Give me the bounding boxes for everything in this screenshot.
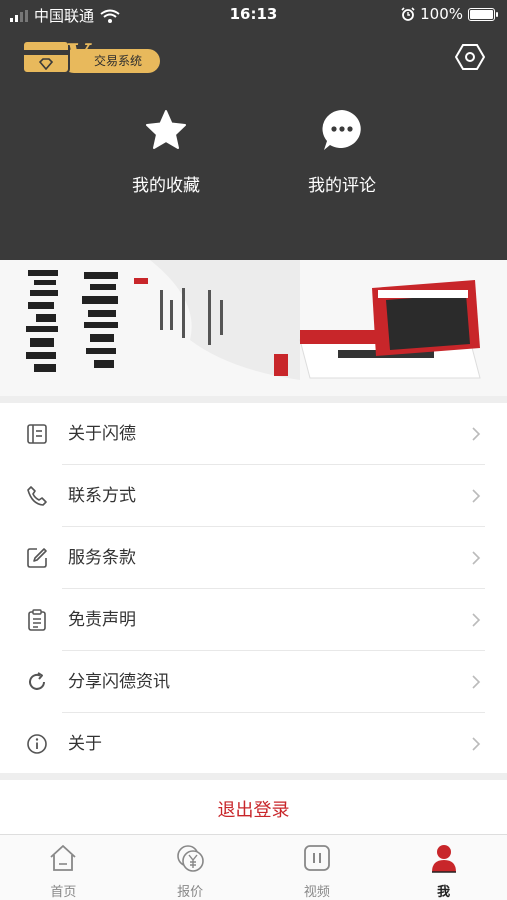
chevron-right-icon	[472, 613, 481, 627]
alarm-icon	[401, 7, 415, 21]
menu-label: 分享闪德资讯	[68, 672, 170, 692]
tab-home[interactable]: 首页	[0, 835, 127, 900]
promo-banner-image	[0, 260, 507, 396]
chevron-right-icon	[472, 675, 481, 689]
tab-video[interactable]: 视频	[254, 835, 381, 900]
chevron-right-icon	[472, 737, 481, 751]
comments-button[interactable]: 我的评论	[252, 108, 432, 196]
document-icon	[27, 424, 47, 444]
menu-item-about-shande[interactable]: 关于闪德	[0, 403, 507, 465]
edit-icon	[27, 548, 47, 568]
comments-label: 我的评论	[308, 176, 376, 196]
profile-header: 交易系统 V 我的收藏 我的评论	[0, 30, 507, 260]
menu-label: 服务条款	[68, 548, 136, 568]
tab-me[interactable]: 我	[380, 835, 507, 900]
status-bar: 中国联通 16:13 100%	[0, 0, 507, 30]
user-icon	[431, 845, 456, 873]
menu-label: 关于	[68, 734, 102, 754]
settings-icon[interactable]	[455, 42, 485, 72]
menu-item-contact[interactable]: 联系方式	[0, 465, 507, 527]
menu-item-share[interactable]: 分享闪德资讯	[0, 651, 507, 713]
menu-item-about[interactable]: 关于	[0, 713, 507, 775]
bottom-tab-bar: 首页 报价 视频 我	[0, 834, 507, 900]
info-icon	[27, 734, 47, 754]
menu-label: 关于闪德	[68, 424, 136, 444]
settings-menu: 关于闪德 联系方式 服务条款 免责声明 分享闪德资讯 关于	[0, 403, 507, 773]
battery-icon	[468, 7, 498, 21]
logout-button[interactable]: 退出登录	[0, 780, 507, 834]
tab-label: 报价	[177, 885, 204, 900]
tab-label: 视频	[303, 885, 330, 900]
favorites-label: 我的收藏	[132, 176, 200, 196]
tab-quotes[interactable]: 报价	[127, 835, 254, 900]
trade-system-logo[interactable]: 交易系统 V	[22, 38, 162, 76]
comment-bubble-icon	[322, 110, 361, 150]
clipboard-icon	[28, 609, 46, 631]
menu-label: 联系方式	[68, 486, 136, 506]
video-icon	[303, 845, 330, 871]
chevron-right-icon	[472, 427, 481, 441]
tab-label: 我	[437, 885, 451, 900]
yuan-icon	[177, 845, 204, 872]
menu-label: 免责声明	[68, 610, 136, 630]
promo-banner[interactable]	[0, 260, 507, 396]
home-icon	[50, 845, 76, 871]
battery-percent: 100%	[420, 5, 463, 23]
chevron-right-icon	[472, 551, 481, 565]
chevron-right-icon	[472, 489, 481, 503]
wallet-card-icon	[22, 40, 70, 74]
phone-icon	[27, 486, 47, 506]
star-icon	[146, 110, 186, 149]
menu-item-terms[interactable]: 服务条款	[0, 527, 507, 589]
share-icon	[29, 672, 45, 690]
favorites-button[interactable]: 我的收藏	[76, 108, 256, 196]
menu-item-disclaimer[interactable]: 免责声明	[0, 589, 507, 651]
logo-v-mark: V	[66, 38, 90, 73]
tab-label: 首页	[50, 885, 77, 900]
